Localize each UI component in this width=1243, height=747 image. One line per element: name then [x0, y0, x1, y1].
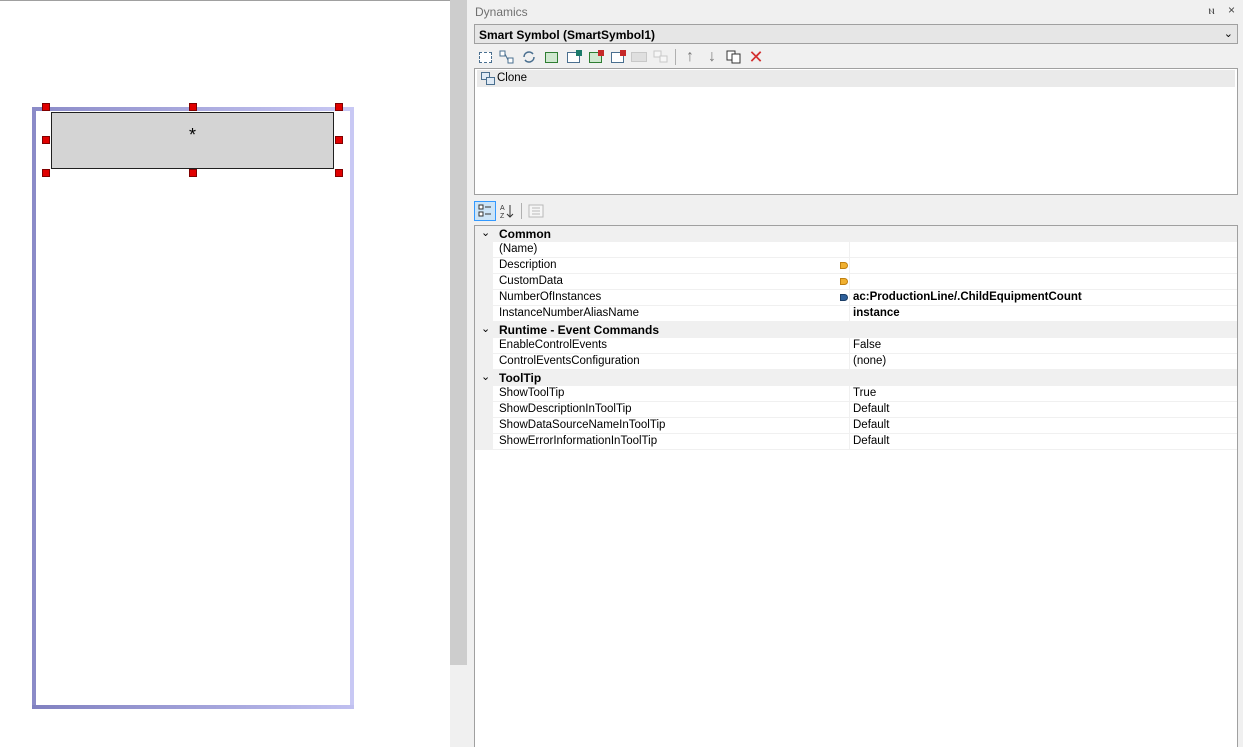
add-red-icon[interactable]: [584, 47, 606, 67]
dynamics-panel: Dynamics ⲛ × Smart Symbol (SmartSymbol1)…: [468, 0, 1243, 747]
property-row[interactable]: EnableControlEvents False: [475, 338, 1237, 354]
property-name: NumberOfInstances: [499, 291, 602, 303]
chevron-down-icon[interactable]: ⌄: [481, 322, 490, 335]
property-value[interactable]: True: [853, 387, 876, 399]
add-green-icon[interactable]: [540, 47, 562, 67]
property-row[interactable]: (Name): [475, 242, 1237, 258]
property-row[interactable]: ShowToolTip True: [475, 386, 1237, 402]
property-row[interactable]: Description: [475, 258, 1237, 274]
category-tooltip[interactable]: ⌄ ToolTip: [475, 370, 1237, 386]
resize-handle-bottom-left[interactable]: [42, 169, 50, 177]
tree-item-label: Clone: [497, 72, 528, 84]
move-up-icon[interactable]: ↑: [679, 47, 701, 67]
property-name: ShowDescriptionInToolTip: [499, 403, 632, 415]
property-value[interactable]: Default: [853, 435, 889, 447]
copy-icon[interactable]: [723, 47, 745, 67]
remove-icon[interactable]: [606, 47, 628, 67]
dynamic-tag-icon[interactable]: [840, 262, 848, 269]
resize-handle-top-center[interactable]: [189, 103, 197, 111]
link-icon[interactable]: [650, 47, 672, 67]
clone-icon: [481, 72, 495, 85]
resize-handle-middle-right[interactable]: [335, 136, 343, 144]
chevron-down-icon[interactable]: ⌄: [1224, 27, 1233, 40]
property-name: ShowErrorInformationInToolTip: [499, 435, 658, 447]
pin-icon[interactable]: ⲛ: [1209, 3, 1215, 17]
add-teal-icon[interactable]: [562, 47, 584, 67]
property-value[interactable]: Default: [853, 403, 889, 415]
dynamic-tag-icon[interactable]: [840, 278, 848, 285]
categorized-icon[interactable]: [474, 201, 496, 221]
category-label: Runtime - Event Commands: [499, 323, 660, 337]
property-row[interactable]: CustomData: [475, 274, 1237, 290]
resize-handle-top-right[interactable]: [335, 103, 343, 111]
close-icon[interactable]: ×: [1228, 3, 1235, 17]
resize-handle-middle-left[interactable]: [42, 136, 50, 144]
clone-asterisk: *: [188, 125, 196, 145]
property-name: EnableControlEvents: [499, 339, 608, 351]
property-row[interactable]: NumberOfInstances ac:ProductionLine/.Chi…: [475, 290, 1237, 306]
category-common[interactable]: ⌄ Common: [475, 226, 1237, 242]
property-name: CustomData: [499, 275, 563, 287]
alphabetical-icon[interactable]: AZ: [496, 201, 518, 221]
property-row[interactable]: ShowDescriptionInToolTip Default: [475, 402, 1237, 418]
panel-title: Dynamics: [475, 5, 528, 19]
property-name: ShowDataSourceNameInToolTip: [499, 419, 666, 431]
property-row[interactable]: ShowErrorInformationInToolTip Default: [475, 434, 1237, 450]
delete-icon[interactable]: ✕: [745, 47, 767, 67]
chevron-down-icon[interactable]: ⌄: [481, 370, 490, 383]
dynamic-tag-icon[interactable]: [840, 294, 848, 301]
refresh-icon[interactable]: [518, 47, 540, 67]
chevron-down-icon[interactable]: ⌄: [481, 226, 490, 239]
category-label: Common: [499, 227, 551, 241]
symbol-selector-value: Smart Symbol (SmartSymbol1): [479, 28, 656, 42]
property-row[interactable]: ControlEventsConfiguration (none): [475, 354, 1237, 370]
resize-handle-top-left[interactable]: [42, 103, 50, 111]
resize-handle-bottom-right[interactable]: [335, 169, 343, 177]
property-value[interactable]: False: [853, 339, 881, 351]
property-name: (Name): [499, 243, 538, 255]
dynamics-toolbar: ↑ ↓ ✕: [474, 46, 767, 68]
rename-icon[interactable]: [628, 47, 650, 67]
property-name: ShowToolTip: [499, 387, 565, 399]
property-row[interactable]: ShowDataSourceNameInToolTip Default: [475, 418, 1237, 434]
symbol-selector[interactable]: Smart Symbol (SmartSymbol1) ⌄: [474, 24, 1238, 44]
property-grid-toolbar: AZ: [474, 200, 547, 222]
toolbar-separator: [675, 49, 676, 65]
move-down-icon[interactable]: ↓: [701, 47, 723, 67]
svg-text:A: A: [500, 205, 505, 212]
clone-rectangle[interactable]: *: [51, 112, 334, 169]
property-name: InstanceNumberAliasName: [499, 307, 639, 319]
property-value[interactable]: Default: [853, 419, 889, 431]
resize-handle-bottom-center[interactable]: [189, 169, 197, 177]
connect-icon[interactable]: [496, 47, 518, 67]
property-row[interactable]: InstanceNumberAliasName instance: [475, 306, 1237, 322]
property-value[interactable]: ac:ProductionLine/.ChildEquipmentCount: [853, 291, 1082, 303]
property-pages-icon[interactable]: [525, 201, 547, 221]
panel-title-buttons: ⲛ ×: [1199, 3, 1235, 18]
property-value[interactable]: instance: [853, 307, 900, 319]
design-canvas[interactable]: *: [0, 0, 450, 747]
property-value[interactable]: (none): [853, 355, 886, 367]
toolbar-separator: [521, 203, 522, 219]
category-label: ToolTip: [499, 371, 542, 385]
category-runtime-event-commands[interactable]: ⌄ Runtime - Event Commands: [475, 322, 1237, 338]
property-name: ControlEventsConfiguration: [499, 355, 640, 367]
svg-text:Z: Z: [500, 213, 505, 219]
property-name: Description: [499, 259, 557, 271]
tree-item-clone[interactable]: Clone: [477, 70, 1235, 87]
property-grid[interactable]: ⌄ Common (Name) Description CustomData N…: [474, 225, 1238, 747]
smart-symbol-frame[interactable]: [32, 107, 354, 709]
select-all-icon[interactable]: [474, 47, 496, 67]
dynamics-tree[interactable]: Clone: [474, 68, 1238, 195]
scrollbar-thumb[interactable]: [450, 0, 467, 665]
